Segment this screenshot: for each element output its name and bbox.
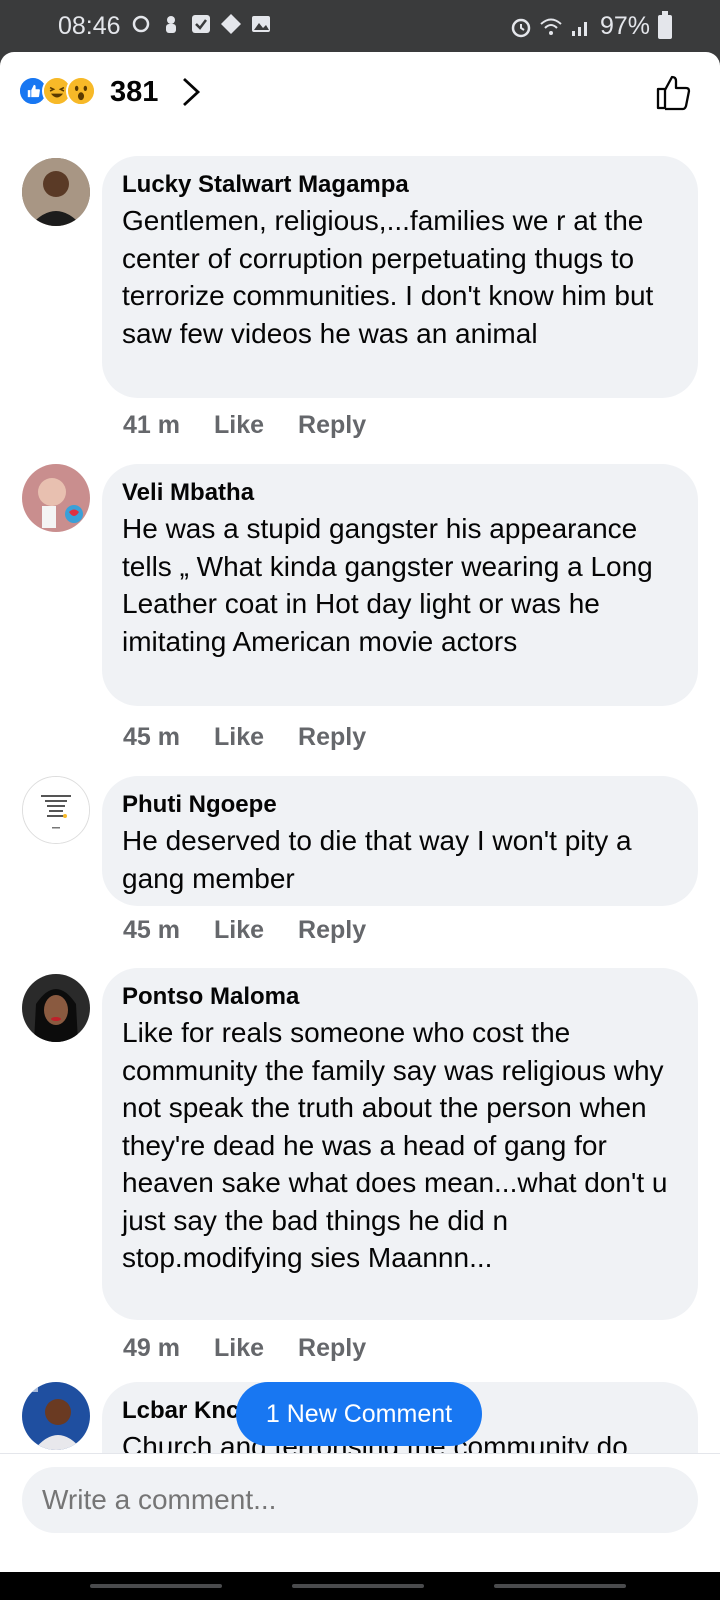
avatar-image [23, 777, 89, 843]
signal-icon [571, 21, 587, 36]
sync-icon [132, 15, 150, 33]
comment-time[interactable]: 41 m [123, 411, 180, 440]
comment-time[interactable]: 49 m [123, 1334, 180, 1363]
like-button[interactable]: Like [214, 411, 264, 440]
comment-actions: 41 m Like Reply [123, 411, 366, 440]
like-icon[interactable] [654, 72, 694, 112]
avatar[interactable] [22, 1382, 90, 1450]
comment-text: He was a stupid gangster his appearance … [122, 513, 653, 657]
comment-author[interactable]: Lucky Stalwart Magampa [122, 170, 678, 200]
status-bar: 08:46 97% [0, 0, 720, 52]
comment-bubble[interactable]: Lucky Stalwart Magampa Gentlemen, religi… [102, 156, 698, 398]
like-button[interactable]: Like [214, 916, 264, 945]
comment-author[interactable]: Pontso Maloma [122, 982, 678, 1012]
battery-icon [658, 10, 672, 39]
reaction-count: 381 [110, 76, 159, 108]
wifi-icon [540, 18, 562, 35]
like-button[interactable]: Like [214, 1334, 264, 1363]
comment-actions: 45 m Like Reply [123, 723, 366, 752]
comments-sheet: 381 Lucky Stalwart Magampa Gentlemen, re… [0, 52, 720, 1572]
check-icon [192, 15, 210, 33]
directions-icon [221, 14, 241, 34]
nav-back-button[interactable] [494, 1584, 626, 1588]
comment-bubble[interactable]: Pontso Maloma Like for reals someone who… [102, 968, 698, 1320]
notification-icons [130, 13, 272, 35]
nav-recents-button[interactable] [90, 1584, 222, 1588]
comment-composer [0, 1453, 720, 1543]
comment-time[interactable]: 45 m [123, 723, 180, 752]
new-comment-button[interactable]: 1 New Comment [236, 1382, 482, 1446]
comment-bubble[interactable]: Veli Mbatha He was a stupid gangster his… [102, 464, 698, 706]
avatar[interactable] [22, 974, 90, 1042]
reply-button[interactable]: Reply [298, 723, 366, 752]
comment-time[interactable]: 45 m [123, 916, 180, 945]
battery-percent: 97% [599, 12, 650, 40]
system-icons: 97% [510, 10, 672, 41]
reply-button[interactable]: Reply [298, 411, 366, 440]
image-icon [252, 16, 270, 32]
navigation-bar [0, 1572, 720, 1600]
chevron-right-icon[interactable] [178, 76, 204, 108]
comment-text: Like for reals someone who cost the comm… [122, 1017, 668, 1273]
status-time: 08:46 [58, 12, 121, 40]
like-button[interactable]: Like [214, 723, 264, 752]
reaction-icons [18, 76, 96, 106]
wow-reaction-icon [66, 76, 96, 106]
avatar[interactable] [22, 776, 90, 844]
comment-actions: 49 m Like Reply [123, 1334, 366, 1363]
reactions-bar[interactable]: 381 [0, 52, 720, 136]
app-icon [166, 16, 176, 33]
reply-button[interactable]: Reply [298, 916, 366, 945]
nav-home-button[interactable] [292, 1584, 424, 1588]
comment-actions: 45 m Like Reply [123, 916, 366, 945]
comment-text: He deserved to die that way I won't pity… [122, 825, 632, 894]
avatar-image [22, 974, 90, 1042]
comment-text: Gentlemen, religious,...families we r at… [122, 205, 654, 349]
avatar-image [22, 158, 90, 226]
avatar-image [22, 464, 90, 532]
comment-author[interactable]: Phuti Ngoepe [122, 790, 678, 820]
comment-input[interactable] [22, 1467, 698, 1533]
comment-author[interactable]: Veli Mbatha [122, 478, 678, 508]
avatar[interactable] [22, 464, 90, 532]
avatar[interactable] [22, 158, 90, 226]
avatar-image [22, 1382, 90, 1450]
comment-bubble[interactable]: Phuti Ngoepe He deserved to die that way… [102, 776, 698, 906]
alarm-icon [511, 18, 531, 37]
reply-button[interactable]: Reply [298, 1334, 366, 1363]
